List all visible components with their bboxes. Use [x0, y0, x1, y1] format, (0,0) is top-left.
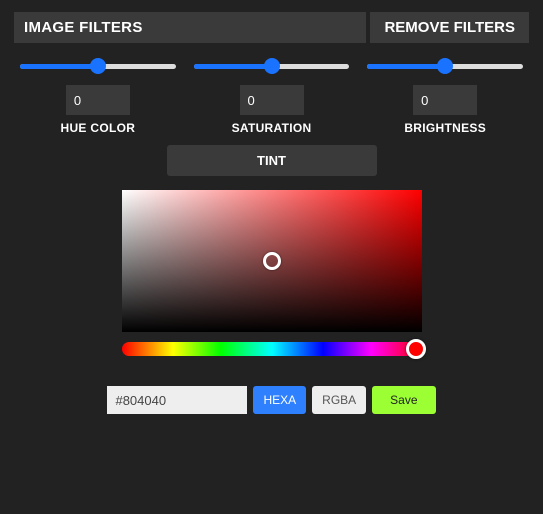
hue-slider-fill [20, 64, 98, 69]
brightness-slider-thumb[interactable] [437, 58, 453, 74]
color-sv-cursor[interactable] [263, 252, 281, 270]
brightness-slider-fill [367, 64, 445, 69]
saturation-slider[interactable] [194, 57, 350, 75]
hexa-mode-button[interactable]: HEXA [253, 386, 306, 414]
save-color-button[interactable]: Save [372, 386, 435, 414]
hue-slider-thumb[interactable] [90, 58, 106, 74]
hue-value-input[interactable] [66, 85, 130, 115]
brightness-value-input[interactable] [413, 85, 477, 115]
brightness-slider[interactable] [367, 57, 523, 75]
hue-label: HUE COLOR [60, 121, 135, 135]
remove-filters-button[interactable]: REMOVE FILTERS [370, 12, 529, 43]
saturation-value-input[interactable] [240, 85, 304, 115]
color-saturation-value-area[interactable] [122, 190, 422, 332]
hue-slider[interactable] [20, 57, 176, 75]
rgba-mode-button[interactable]: RGBA [312, 386, 366, 414]
brightness-label: BRIGHTNESS [404, 121, 486, 135]
color-hue-thumb[interactable] [406, 339, 426, 359]
color-hue-bar[interactable] [122, 342, 422, 356]
tint-button[interactable]: TINT [167, 145, 377, 176]
panel-title: IMAGE FILTERS [14, 12, 366, 43]
saturation-label: SATURATION [232, 121, 312, 135]
hex-input[interactable] [107, 386, 247, 414]
saturation-slider-fill [194, 64, 272, 69]
saturation-slider-thumb[interactable] [264, 58, 280, 74]
